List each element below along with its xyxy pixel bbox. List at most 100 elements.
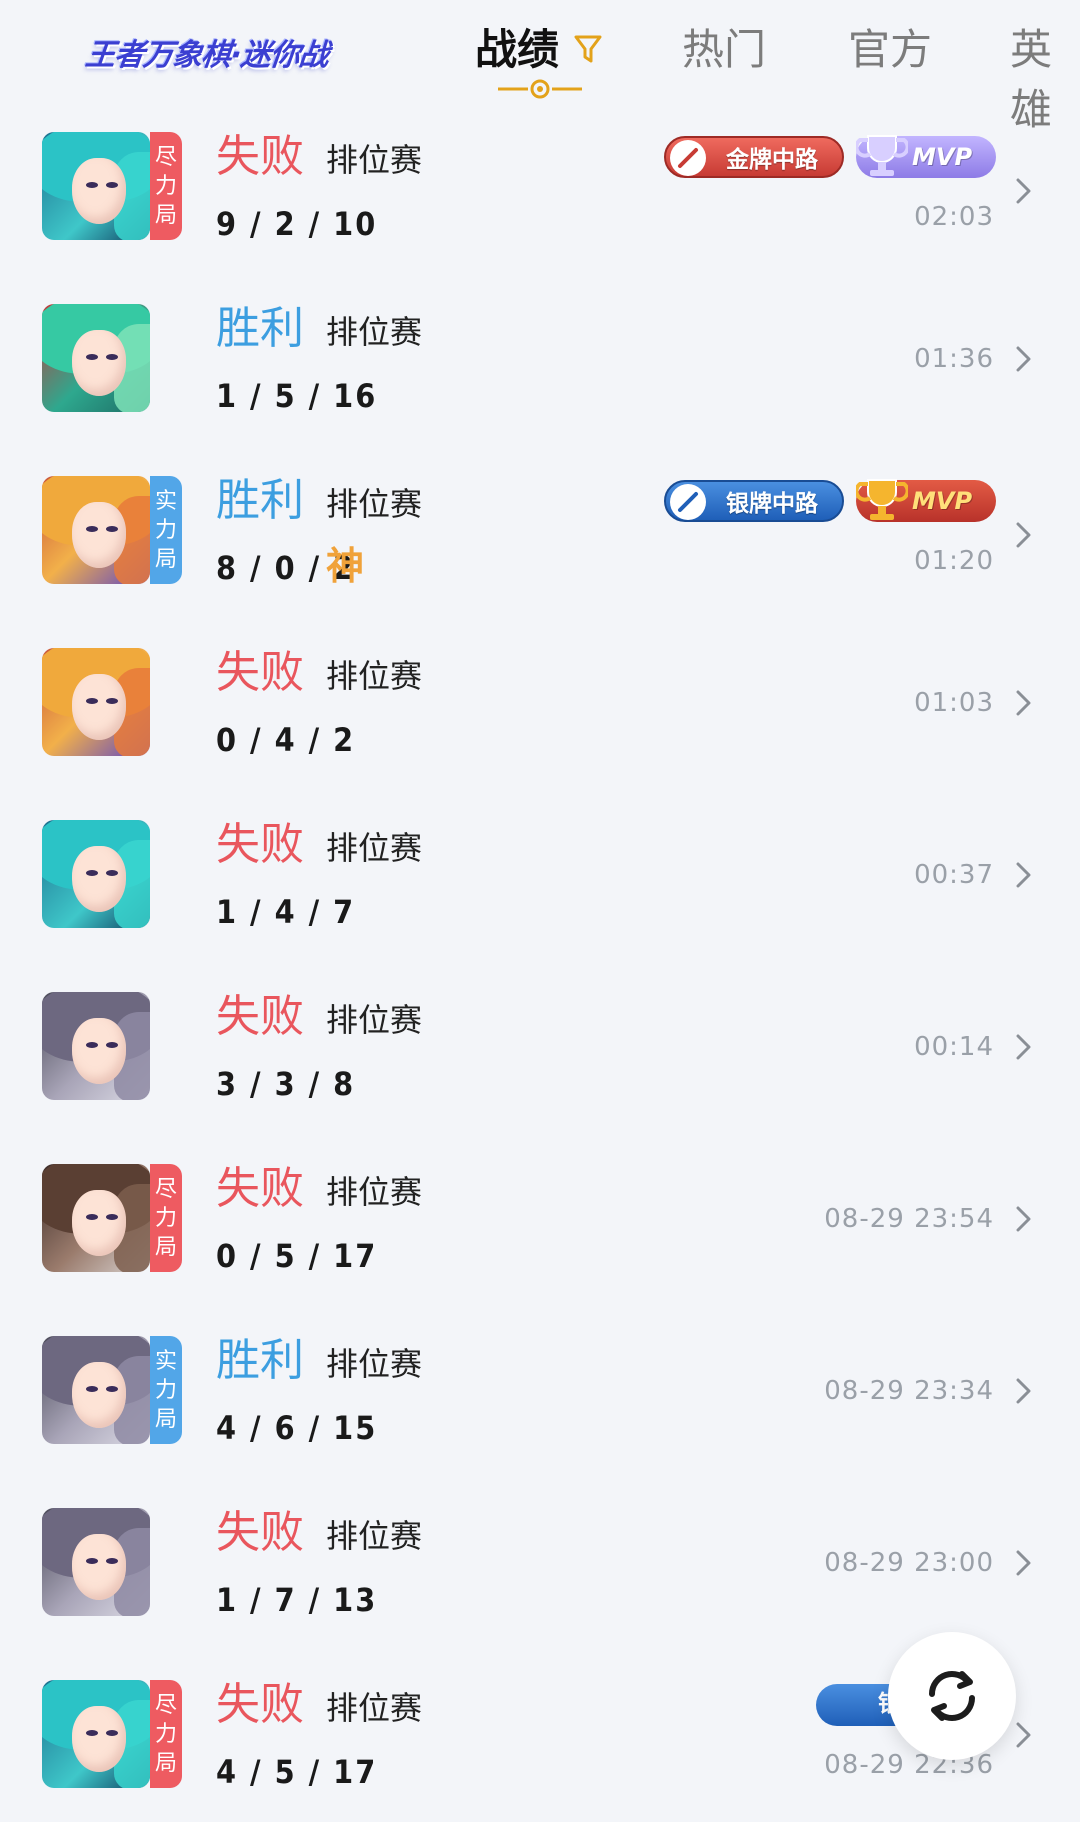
performance-tag-char: 局 [154,1406,177,1432]
hero-avatar [42,648,150,756]
match-mode: 排位赛 [326,1173,423,1211]
refresh-button[interactable] [888,1632,1016,1760]
performance-tag-char: 力 [154,1377,177,1403]
match-row[interactable]: 失败 排位赛 1 / 4 / 7 00:37 [0,820,1080,992]
active-tab-indicator [498,79,582,99]
filter-icon[interactable] [573,33,603,65]
performance-tag-char: 局 [154,1234,177,1260]
refresh-icon [929,1671,975,1721]
mvp-badge: MVP [856,479,996,522]
kda-stats: 0 / 5 / 17 [216,1237,378,1275]
match-row[interactable]: 失败 排位赛 0 / 4 / 2 01:03 [0,648,1080,820]
lane-medal-badge: 金牌中路 [664,136,844,178]
performance-tag-char: 尽 [154,1176,177,1202]
hero-avatar [42,132,150,240]
chevron-right-icon [1016,1550,1031,1576]
match-time: 08-29 23:00 [824,1548,994,1578]
hero-avatar [42,1336,150,1444]
match-mode: 排位赛 [326,1517,423,1555]
match-time: 01:20 [914,546,994,576]
chevron-right-icon [1016,346,1031,372]
performance-tag-char: 局 [154,202,177,228]
match-time: 00:14 [914,1032,994,1062]
chevron-right-icon [1016,690,1031,716]
performance-tag-char: 力 [154,1721,177,1747]
performance-tag-char: 力 [154,1205,177,1231]
match-row[interactable]: 尽力局 失败 排位赛 9 / 2 / 10 金牌中路 MVP 02:03 [0,132,1080,304]
performance-tag-char: 尽 [154,144,177,170]
match-row[interactable]: 实力局 胜利 排位赛 4 / 6 / 15 08-29 23:34 [0,1336,1080,1508]
kda-stats: 1 / 5 / 16 [216,377,378,415]
match-mode: 排位赛 [326,829,423,867]
match-row[interactable]: 尽力局 失败 排位赛 0 / 5 / 17 08-29 23:54 [0,1164,1080,1336]
mvp-label: MVP [912,143,973,171]
match-time: 08-29 23:54 [824,1204,994,1234]
chevron-right-icon [1016,1378,1031,1404]
performance-tag: 尽力局 [150,1680,182,1788]
performance-tag: 尽力局 [150,132,182,240]
performance-tag-char: 实 [154,1348,177,1374]
trophy-icon [856,479,908,520]
match-result: 失败 [216,647,304,698]
chevron-right-icon [1016,1034,1031,1060]
match-time: 01:36 [914,344,994,374]
lane-medal-badge: 银牌中路 [664,480,844,522]
match-result: 失败 [216,1507,304,1558]
sword-icon [670,140,706,176]
sword-icon [670,484,706,520]
chevron-right-icon [1016,1206,1031,1232]
hero-avatar [42,476,150,584]
godlike-badge: 神 [326,544,365,588]
match-mode: 排位赛 [326,657,423,695]
match-time: 01:03 [914,688,994,718]
hero-avatar [42,1164,150,1272]
trophy-icon [856,135,908,176]
kda-stats: 3 / 3 / 8 [216,1065,356,1103]
performance-tag: 实力局 [150,1336,182,1444]
match-result: 失败 [216,1679,304,1730]
chevron-right-icon [1016,862,1031,888]
match-row[interactable]: 胜利 排位赛 1 / 5 / 16 01:36 [0,304,1080,476]
lane-medal-label: 银牌中路 [726,491,818,517]
match-row[interactable]: 失败 排位赛 3 / 3 / 8 00:14 [0,992,1080,1164]
match-mode: 排位赛 [326,313,423,351]
tab-heroes[interactable]: 英雄 [1010,20,1080,134]
performance-tag: 尽力局 [150,1164,182,1272]
match-mode: 排位赛 [326,1345,423,1383]
hero-avatar [42,820,150,928]
match-mode: 排位赛 [326,1689,423,1727]
performance-tag-char: 力 [154,173,177,199]
hero-avatar [42,1508,150,1616]
tab-official[interactable]: 官方 [848,20,932,80]
performance-tag-char: 实 [154,488,177,514]
tab-records[interactable]: 战绩 [475,20,559,80]
match-result: 胜利 [216,1335,304,1386]
match-row[interactable]: 实力局 胜利 排位赛 8 / 0 / 2神 银牌中路 MVP 01:20 [0,476,1080,648]
kda-stats: 0 / 4 / 2 [216,721,356,759]
match-result: 胜利 [216,303,304,354]
hero-avatar [42,1680,150,1788]
match-time: 00:37 [914,860,994,890]
match-result: 失败 [216,1163,304,1214]
chevron-right-icon [1016,178,1031,204]
match-time: 08-29 23:34 [824,1376,994,1406]
kda-stats: 1 / 7 / 13 [216,1581,378,1619]
hero-avatar [42,992,150,1100]
match-result: 失败 [216,131,304,182]
kda-stats: 4 / 6 / 15 [216,1409,378,1447]
app-logo: 王者万象棋·迷你战 [83,38,330,73]
match-mode: 排位赛 [326,141,423,179]
performance-tag-char: 尽 [154,1692,177,1718]
mvp-label: MVP [912,487,973,515]
performance-tag: 实力局 [150,476,182,584]
performance-tag-char: 力 [154,517,177,543]
lane-medal-label: 金牌中路 [726,147,818,173]
match-result: 胜利 [216,475,304,526]
kda-stats: 9 / 2 / 10 [216,205,378,243]
match-result: 失败 [216,819,304,870]
match-mode: 排位赛 [326,485,423,523]
top-bar: 王者万象棋·迷你战 战绩 热门 官方 英雄 [0,0,1080,134]
tab-hot[interactable]: 热门 [682,20,766,80]
match-result: 失败 [216,991,304,1042]
chevron-right-icon [1016,522,1031,548]
